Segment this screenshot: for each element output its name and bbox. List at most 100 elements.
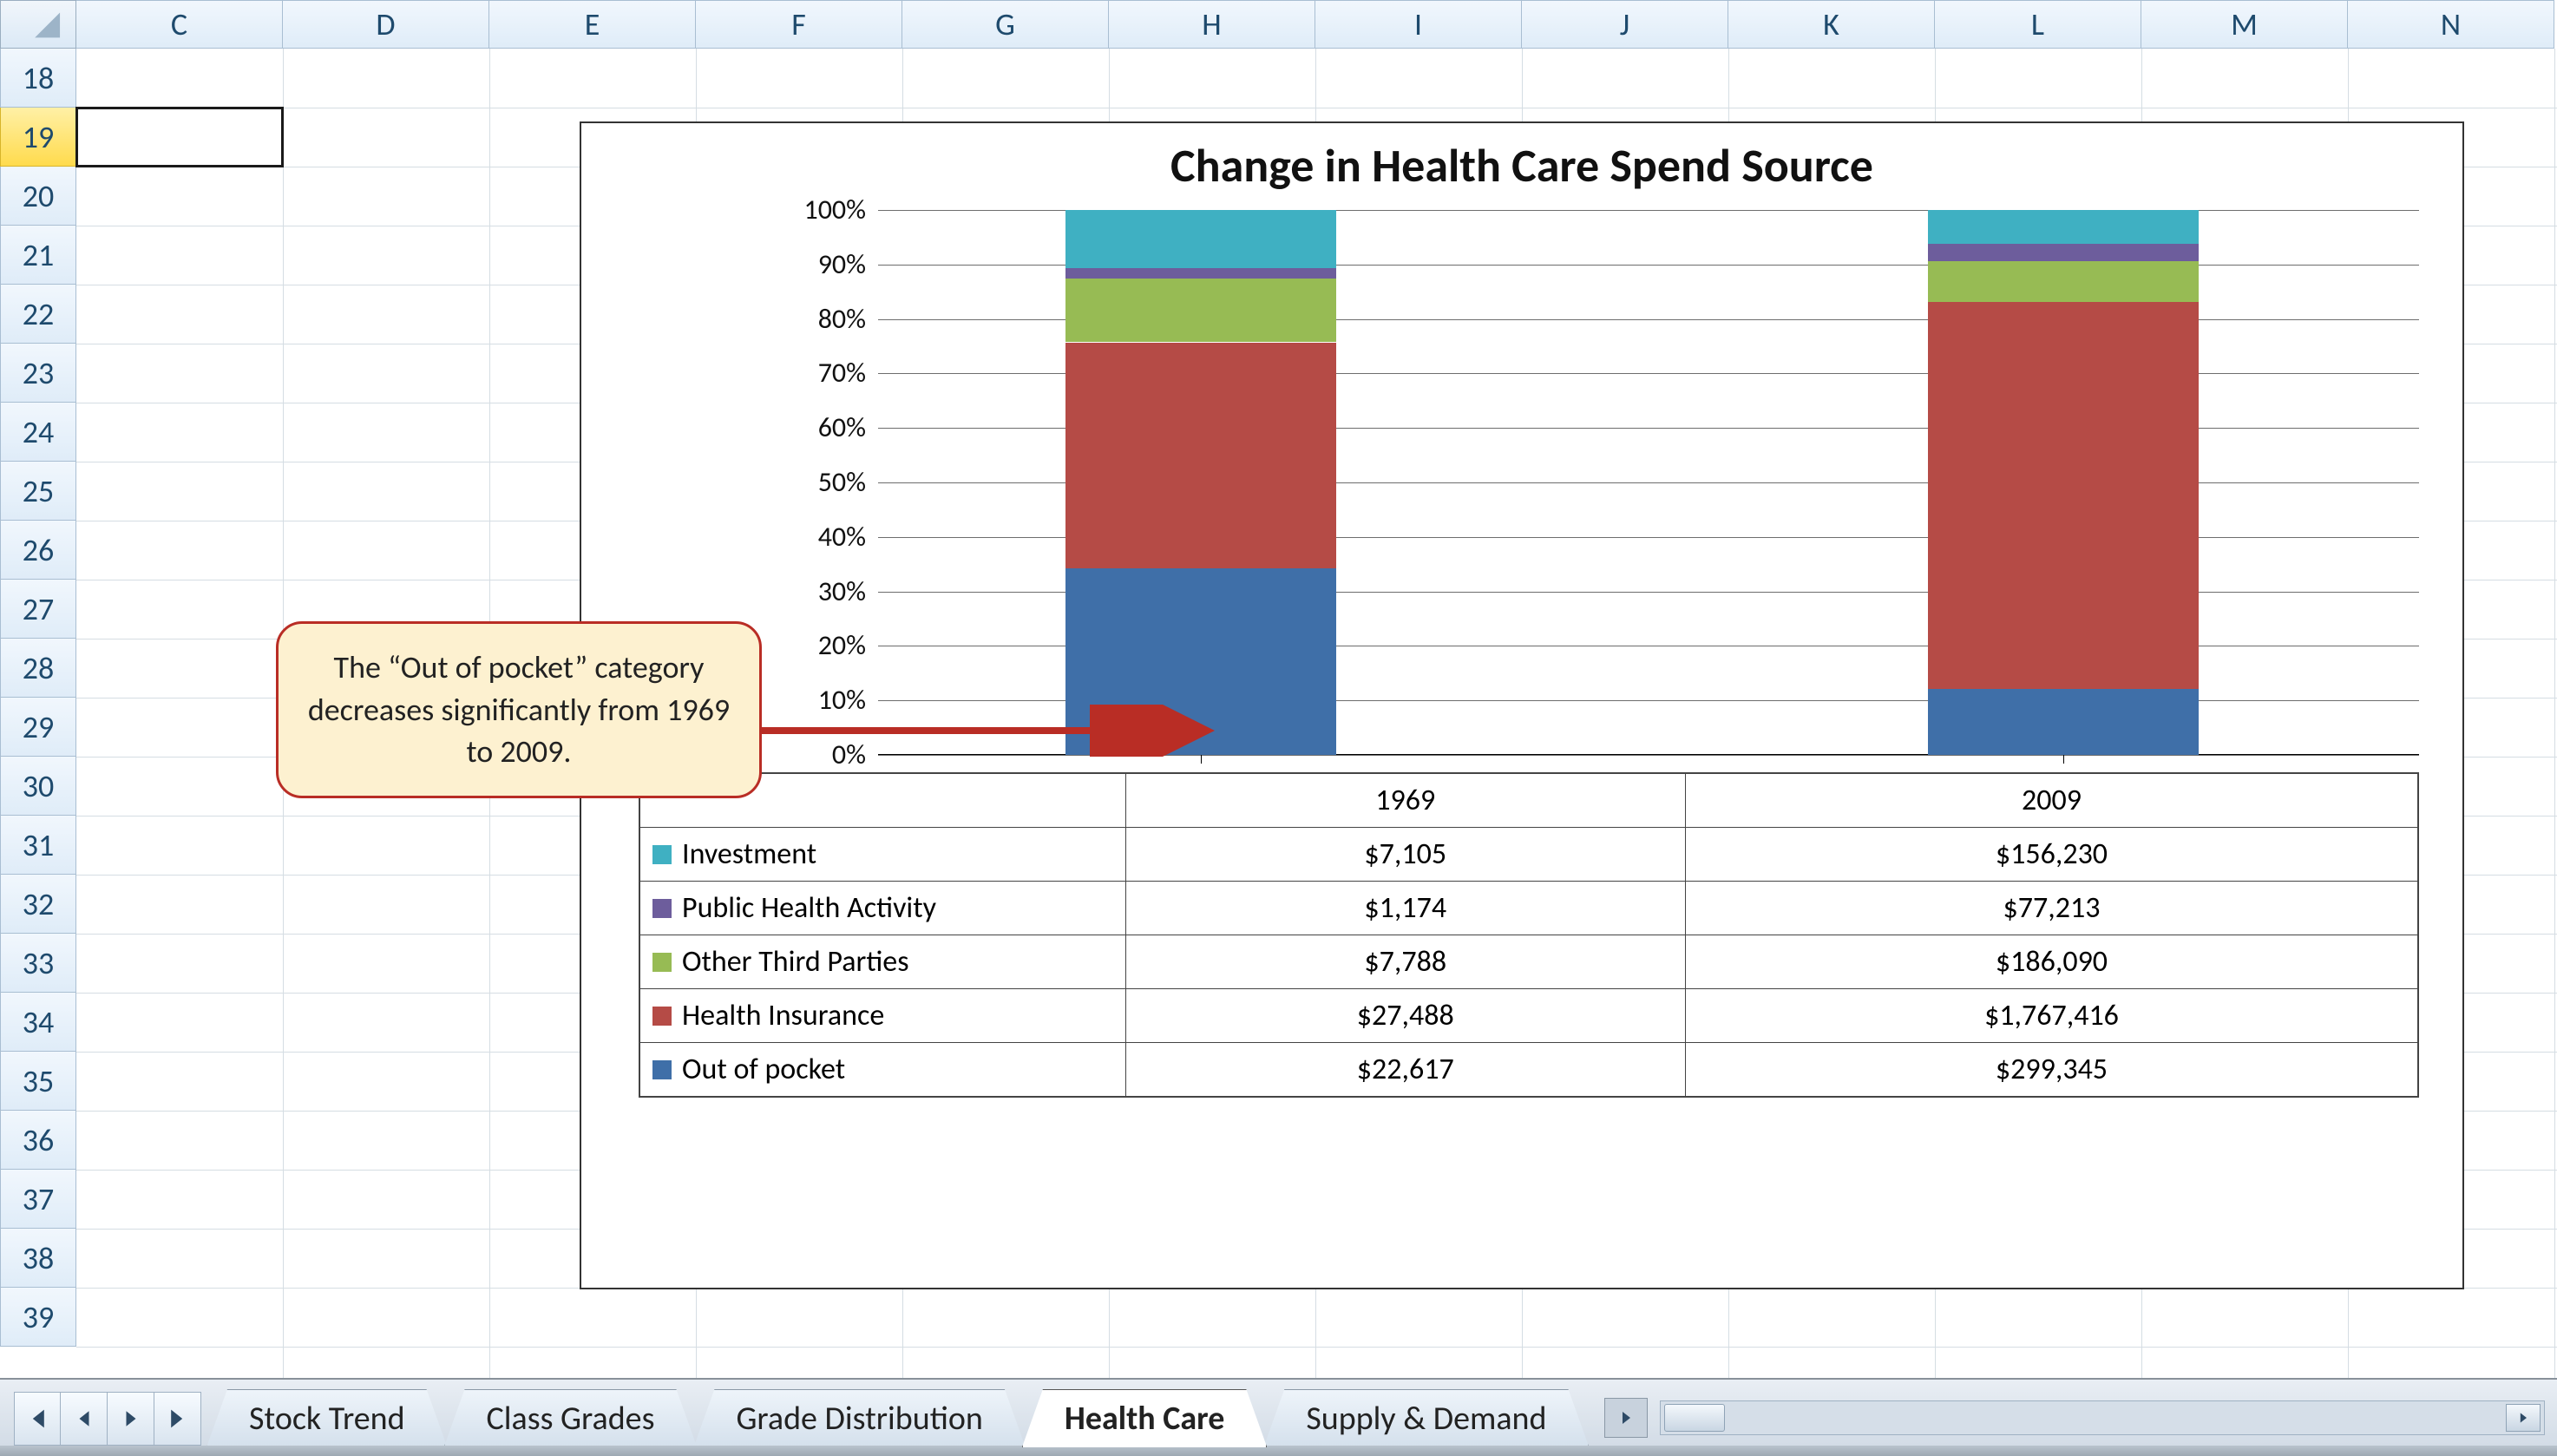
legend-label: Other Third Parties — [682, 944, 909, 980]
row-header[interactable]: 37 — [0, 1170, 76, 1229]
sheet-tab[interactable]: Class Grades — [444, 1389, 698, 1447]
bar-segment — [1928, 210, 2199, 244]
table-cell: $77,213 — [1685, 882, 2418, 935]
column-header[interactable]: M — [2141, 0, 2348, 49]
embedded-chart[interactable]: Change in Health Care Spend Source 0%10%… — [580, 121, 2464, 1289]
legend-label: Public Health Activity — [682, 890, 936, 926]
row-header[interactable]: 39 — [0, 1288, 76, 1347]
row-header[interactable]: 19 — [0, 108, 76, 167]
table-cell: $7,105 — [1125, 828, 1685, 882]
active-cell[interactable] — [76, 108, 283, 167]
bar-segment — [1065, 343, 1336, 569]
row-header[interactable]: 21 — [0, 226, 76, 285]
bar-segment — [1065, 210, 1336, 268]
legend-swatch-icon — [652, 845, 672, 864]
column-header[interactable]: H — [1109, 0, 1315, 49]
table-row: Public Health Activity$1,174$77,213 — [639, 882, 2418, 935]
column-header[interactable]: E — [489, 0, 696, 49]
legend-label: Investment — [682, 836, 816, 872]
row-header[interactable]: 29 — [0, 698, 76, 757]
table-row: Other Third Parties $7,788$186,090 — [639, 935, 2418, 989]
column-header[interactable]: J — [1522, 0, 1728, 49]
column-header[interactable]: F — [696, 0, 902, 49]
y-axis-tick-label: 50% — [736, 465, 866, 499]
column-header[interactable]: D — [283, 0, 489, 49]
bar-segment — [1065, 268, 1336, 278]
table-col-header: 1969 — [1125, 773, 1685, 828]
bar-segment — [1928, 302, 2199, 689]
worksheet-area: CDEFGHIJKLMN 181920212223242526272829303… — [0, 0, 2557, 1378]
row-header[interactable]: 23 — [0, 344, 76, 403]
annotation-callout[interactable]: The “Out of pocket” category decreases s… — [276, 621, 762, 798]
y-axis-tick-label: 80% — [736, 302, 866, 336]
y-axis-tick-label: 40% — [736, 520, 866, 554]
tab-nav-next[interactable] — [108, 1392, 154, 1446]
sheet-tab[interactable]: Grade Distribution — [693, 1389, 1025, 1447]
column-headers: CDEFGHIJKLMN — [76, 0, 2557, 49]
bar-segment — [1065, 279, 1336, 343]
row-header[interactable]: 27 — [0, 580, 76, 639]
row-header[interactable]: 32 — [0, 875, 76, 934]
row-header[interactable]: 25 — [0, 462, 76, 521]
table-row: Investment$7,105$156,230 — [639, 828, 2418, 882]
row-header[interactable]: 36 — [0, 1111, 76, 1170]
tab-nav-prev[interactable] — [61, 1392, 108, 1446]
legend-label: Health Insurance — [682, 998, 884, 1033]
row-header[interactable]: 35 — [0, 1052, 76, 1111]
stacked-bar — [1928, 210, 2199, 755]
chart-title: Change in Health Care Spend Source — [581, 137, 2462, 194]
select-all-corner[interactable] — [0, 0, 76, 49]
table-cell: $1,767,416 — [1685, 989, 2418, 1043]
y-axis-tick-label: 90% — [736, 247, 866, 281]
y-axis-tick-label: 100% — [736, 193, 866, 226]
scrollbar-thumb[interactable] — [1664, 1404, 1725, 1432]
table-col-header: 2009 — [1685, 773, 2418, 828]
stacked-bar — [1065, 210, 1336, 755]
column-header[interactable]: G — [902, 0, 1109, 49]
bar-segment — [1928, 689, 2199, 755]
plot-area: 0%10%20%30%40%50%60%70%80%90%100% — [878, 210, 2419, 755]
sheet-tab[interactable]: Stock Trend — [207, 1389, 448, 1447]
window-bottom-edge — [0, 1446, 2557, 1456]
row-header[interactable]: 38 — [0, 1229, 76, 1288]
tab-scroll-right[interactable] — [1604, 1398, 1648, 1438]
horizontal-scrollbar[interactable] — [1660, 1400, 2545, 1435]
tab-nav-first[interactable] — [14, 1392, 61, 1446]
table-cell: $27,488 — [1125, 989, 1685, 1043]
y-axis-tick-label: 70% — [736, 356, 866, 390]
column-header[interactable]: I — [1315, 0, 1522, 49]
chart-data-table: 19692009Investment$7,105$156,230Public H… — [639, 772, 2419, 1098]
sheet-tab[interactable]: Health Care — [1022, 1389, 1267, 1447]
y-axis-tick-label: 60% — [736, 410, 866, 444]
table-row: Out of pocket$22,617$299,345 — [639, 1043, 2418, 1098]
row-header[interactable]: 28 — [0, 639, 76, 698]
table-cell: $22,617 — [1125, 1043, 1685, 1098]
row-header[interactable]: 26 — [0, 521, 76, 580]
scrollbar-arrow-right-icon[interactable] — [2506, 1404, 2541, 1432]
table-cell: $7,788 — [1125, 935, 1685, 989]
tab-nav-last[interactable] — [154, 1392, 201, 1446]
legend-swatch-icon — [652, 953, 672, 972]
table-cell: $186,090 — [1685, 935, 2418, 989]
row-header[interactable]: 34 — [0, 993, 76, 1052]
row-header[interactable]: 30 — [0, 757, 76, 816]
row-header[interactable]: 24 — [0, 403, 76, 462]
cell-grid[interactable]: Change in Health Care Spend Source 0%10%… — [76, 49, 2557, 1378]
row-header[interactable]: 33 — [0, 934, 76, 993]
sheet-tab-bar: Stock TrendClass GradesGrade Distributio… — [0, 1378, 2557, 1456]
bar-segment — [1065, 568, 1336, 755]
legend-swatch-icon — [652, 899, 672, 918]
legend-swatch-icon — [652, 1007, 672, 1026]
bar-segment — [1928, 261, 2199, 302]
sheet-tab[interactable]: Supply & Demand — [1263, 1389, 1589, 1447]
table-cell: $299,345 — [1685, 1043, 2418, 1098]
column-header[interactable]: C — [76, 0, 283, 49]
column-header[interactable]: L — [1935, 0, 2141, 49]
row-header[interactable]: 18 — [0, 49, 76, 108]
sheet-tabs: Stock TrendClass GradesGrade Distributio… — [210, 1387, 1589, 1447]
row-header[interactable]: 31 — [0, 816, 76, 875]
row-header[interactable]: 20 — [0, 167, 76, 226]
column-header[interactable]: N — [2348, 0, 2554, 49]
row-header[interactable]: 22 — [0, 285, 76, 344]
column-header[interactable]: K — [1728, 0, 1935, 49]
